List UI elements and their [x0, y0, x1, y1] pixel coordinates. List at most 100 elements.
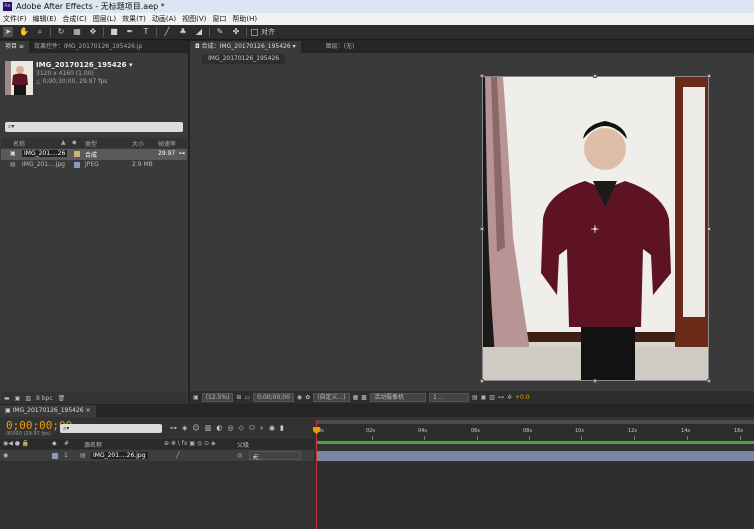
tab-project[interactable]: 项目 ≡ [0, 41, 29, 53]
transform-handle[interactable] [593, 74, 597, 78]
menu-view[interactable]: 视图(V) [179, 14, 209, 24]
close-icon[interactable]: × [84, 407, 91, 414]
clone-stamp-tool-icon[interactable]: ♣ [178, 27, 188, 37]
safe-zones-icon[interactable]: ⊞ [236, 394, 241, 401]
menu-animation[interactable]: 动画(A) [149, 14, 179, 24]
composition-canvas[interactable] [482, 76, 709, 381]
show-channel-icon[interactable]: ✿ [305, 394, 310, 401]
project-row-composition[interactable]: ▣ IMG_201....26 合成 29.97 ⊶ [1, 149, 187, 160]
frame-blending-icon[interactable]: ▥ [205, 424, 212, 433]
ruler-label: 14s [681, 428, 690, 434]
draft-3d-icon[interactable]: ◈ [182, 424, 187, 433]
menu-edit[interactable]: 编辑(E) [30, 14, 60, 24]
view-layout-dropdown[interactable]: 1 ... [428, 393, 469, 402]
comp-flowchart-icon[interactable]: ⊶ [498, 394, 504, 401]
menu-file[interactable]: 文件(F) [0, 14, 30, 24]
hand-tool-icon[interactable]: ✋ [19, 27, 29, 37]
region-of-interest-icon[interactable]: ▦ [353, 394, 359, 401]
folder-icon[interactable]: ▬ [4, 395, 10, 402]
transform-handle[interactable] [707, 227, 711, 231]
transform-handle[interactable] [480, 227, 484, 231]
puppet-tool-icon[interactable]: ✤ [231, 27, 241, 37]
work-area-bar[interactable] [316, 420, 754, 424]
toggle-pixel-aspect-icon[interactable]: ▤ [472, 394, 478, 401]
comp-mini-flowchart-icon[interactable]: ⊶ [170, 424, 177, 433]
chevron-down-icon: ▾ [253, 454, 257, 461]
camera-tool-icon[interactable]: ▦ [72, 27, 82, 37]
snapping-checkbox[interactable] [251, 28, 258, 36]
label-swatch [74, 151, 80, 157]
timeline-search-input[interactable]: ⌕▾ [60, 424, 162, 433]
column-type[interactable]: 类型 [85, 139, 97, 148]
time-ruler[interactable]: 0s 02s 04s 06s 08s 10s 12s 14s 16s [316, 424, 754, 440]
column-name[interactable]: 名称 [13, 139, 25, 148]
marker-icon[interactable]: ▮ [280, 424, 284, 433]
tab-effect-controls[interactable]: 效果控件：IMG_20170126_195426.jp [29, 41, 147, 53]
brainstorm-icon[interactable]: ◇ [239, 424, 244, 433]
brush-tool-icon[interactable]: ╱ [162, 27, 172, 37]
bit-depth-label[interactable]: 8 bpc [36, 395, 53, 402]
project-row-footage[interactable]: ▤ IMG_201....jpg JPEG 2.9 MB [1, 160, 187, 171]
tab-layer[interactable]: 图层：(无) [321, 41, 360, 53]
quality-switch-icon[interactable]: ╱ [176, 452, 180, 459]
graph-editor-icon[interactable]: ◎ [227, 424, 233, 433]
menu-composition[interactable]: 合成(C) [59, 14, 89, 24]
menu-layer[interactable]: 图层(L) [90, 14, 119, 24]
motion-blur-icon[interactable]: ◐ [216, 424, 222, 433]
snapshot-icon[interactable]: ◉ [297, 394, 302, 401]
new-comp-icon[interactable]: ▣ [15, 395, 21, 402]
tab-composition[interactable]: ◘ 合成：IMG_20170126_195426 ▾ [190, 41, 301, 53]
timeline-layer-row[interactable]: ◉ 1 ▤ IMG_201....26.jpg ╱ ◎ 无 ▾ [0, 450, 314, 461]
transparency-grid-icon[interactable]: ▩ [361, 394, 367, 401]
always-preview-icon[interactable]: ▣ [193, 394, 199, 401]
rectangle-tool-icon[interactable]: ■ [109, 27, 119, 37]
column-parent[interactable]: 父级 [237, 440, 249, 449]
shy-layers-icon[interactable]: ☺ [192, 424, 199, 433]
pen-tool-icon[interactable]: ✒ [125, 27, 135, 37]
transform-handle[interactable] [593, 379, 597, 383]
camera-view-dropdown[interactable]: 活动摄像机 [369, 393, 426, 402]
trash-icon[interactable]: 🗑 [58, 395, 66, 402]
project-search-input[interactable]: ⌕▾ [5, 122, 183, 132]
menu-help[interactable]: 帮助(H) [229, 14, 260, 24]
resolution-dropdown[interactable]: (自定义...) [313, 393, 350, 402]
column-size[interactable]: 大小 [132, 139, 144, 148]
layer-name[interactable]: IMG_201....26.jpg [91, 452, 148, 459]
menu-effect[interactable]: 效果(T) [119, 14, 149, 24]
transform-handle[interactable] [707, 379, 711, 383]
column-source-name[interactable]: 源名称 [84, 440, 102, 449]
eye-icon[interactable]: ◉ [3, 452, 8, 459]
reset-exposure-icon[interactable]: ✲ [507, 394, 512, 401]
keyframe-icon[interactable]: ◉ [269, 424, 275, 433]
roto-brush-tool-icon[interactable]: ✎ [215, 27, 225, 37]
mask-visibility-icon[interactable]: ▭ [244, 394, 250, 401]
menu-bar: 文件(F) 编辑(E) 合成(C) 图层(L) 效果(T) 动画(A) 视图(V… [0, 13, 754, 25]
interpret-icon[interactable]: ▥ [25, 395, 31, 402]
selection-tool-icon[interactable]: ➤ [3, 27, 13, 37]
eraser-tool-icon[interactable]: ◢ [194, 27, 204, 37]
parent-pickwhip-icon[interactable]: ◎ [237, 452, 242, 459]
live-update-icon[interactable]: ⬭ [249, 424, 255, 433]
pan-behind-tool-icon[interactable]: ✥ [88, 27, 98, 37]
transform-handle[interactable] [480, 74, 484, 78]
current-time-field[interactable]: 0;00;00;00 [253, 393, 294, 402]
viewer-subtab[interactable]: IMG_20170126_195426 [202, 54, 286, 64]
work-area-range[interactable] [316, 441, 754, 444]
exposure-value[interactable]: +0.0 [515, 394, 530, 401]
layer-duration-bar[interactable] [316, 451, 754, 461]
column-fps[interactable]: 帧速率 [158, 139, 176, 148]
tab-timeline-comp[interactable]: ▣ IMG_20170126_195426 × [0, 405, 96, 417]
rotate-tool-icon[interactable]: ↻ [56, 27, 66, 37]
search-icon[interactable]: ⌕ [260, 424, 264, 433]
parent-dropdown[interactable]: 无 ▾ [249, 451, 301, 461]
transform-handle[interactable] [707, 74, 711, 78]
current-time-indicator[interactable] [316, 420, 317, 529]
fast-preview-icon[interactable]: ▣ [481, 394, 487, 401]
zoom-tool-icon[interactable]: ⌕ [35, 27, 45, 37]
type-tool-icon[interactable]: T [141, 27, 151, 37]
menu-window[interactable]: 窗口 [209, 14, 229, 24]
transform-handle[interactable] [480, 379, 484, 383]
magnification-dropdown[interactable]: (12.5%) [201, 393, 234, 402]
timeline-icon[interactable]: ▥ [489, 394, 495, 401]
window-title: Adobe After Effects - 无标题项目.aep * [16, 2, 165, 11]
